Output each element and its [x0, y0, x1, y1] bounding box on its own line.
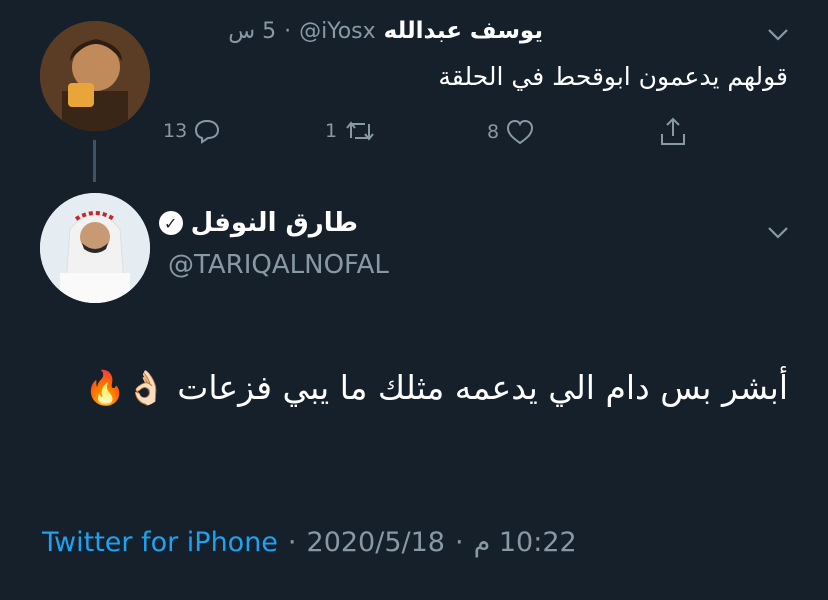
separator-dot: · — [454, 527, 464, 558]
tweet-source-link[interactable]: Twitter for iPhone — [42, 527, 278, 558]
avatar-image — [40, 21, 150, 131]
chevron-down-icon[interactable] — [766, 222, 790, 246]
tweet-footer: Twitter for iPhone · 2020/5/18 · 10:22 م — [42, 527, 577, 558]
like-count: 8 — [487, 121, 500, 143]
author-avatar[interactable] — [40, 21, 150, 131]
main-author-header: طارق النوفل ✓ — [158, 208, 358, 238]
heart-icon — [507, 119, 534, 145]
verified-badge-icon: ✓ — [158, 211, 183, 235]
tweet-time[interactable]: 10:22 م — [474, 527, 577, 558]
retweet-button[interactable]: 1 — [325, 118, 377, 144]
author-avatar[interactable] — [40, 193, 150, 303]
reply-tweet-header: يوسف عبدالله @iYosx · 5 س — [228, 18, 543, 44]
tweet-time[interactable]: 5 س — [228, 19, 276, 44]
author-handle[interactable]: @iYosx — [299, 19, 376, 44]
avatar-image — [40, 193, 150, 303]
tweet-date[interactable]: 2020/5/18 — [307, 527, 445, 558]
share-icon — [661, 117, 685, 145]
separator-dot: · — [284, 19, 292, 44]
reply-icon — [195, 119, 220, 144]
retweet-count: 1 — [325, 120, 338, 142]
main-tweet-text: أبشر بس دام الي يدعمه مثلك ما يبي فزعات … — [84, 368, 788, 407]
reply-button[interactable]: 13 — [163, 118, 221, 144]
author-name[interactable]: يوسف عبدالله — [384, 18, 543, 44]
thread-line — [93, 140, 96, 182]
reply-tweet-text: قولهم يدعمون ابوقحط في الحلقة — [438, 62, 788, 91]
separator-dot: · — [287, 527, 297, 558]
reply-count: 13 — [163, 120, 188, 142]
author-name[interactable]: طارق النوفل — [191, 208, 358, 238]
retweet-icon — [346, 121, 374, 141]
share-button[interactable] — [658, 116, 688, 148]
like-button[interactable]: 8 — [487, 118, 535, 146]
author-handle[interactable]: @TARIQALNOFAL — [168, 250, 389, 280]
chevron-down-icon[interactable] — [766, 24, 790, 48]
